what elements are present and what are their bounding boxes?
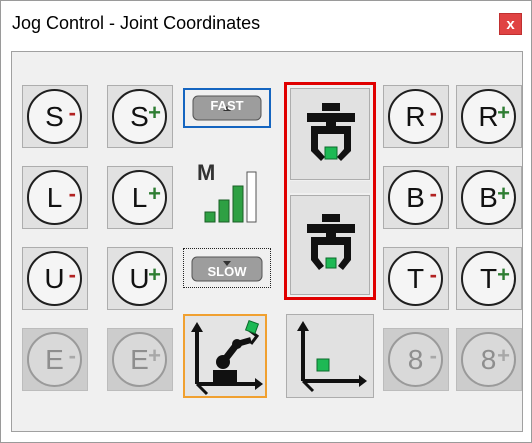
gripper-open-button[interactable] (290, 88, 370, 180)
joint-sign: + (148, 100, 161, 125)
keycap: S + (112, 89, 167, 144)
jog-s-minus-button[interactable]: S - (22, 85, 88, 148)
joint-sign: - (429, 262, 437, 287)
keycap: 8 + (461, 332, 516, 387)
keycap: U - (27, 251, 82, 306)
jog-u-minus-button[interactable]: U - (22, 247, 88, 310)
joint-sign: + (148, 343, 161, 368)
keycap: R + (461, 89, 516, 144)
joint-sign: + (148, 181, 161, 206)
joint-sign: + (497, 100, 510, 125)
joint-sign: + (497, 343, 510, 368)
fast-label: FAST (210, 98, 244, 113)
speed-level-indicator: M (197, 160, 257, 232)
robot-joint-coordinates-icon (191, 319, 263, 396)
gripper-closed-icon (307, 214, 355, 270)
jog-l-minus-button[interactable]: L - (22, 166, 88, 229)
slow-label: SLOW (207, 264, 247, 279)
joint-sign: + (148, 262, 161, 287)
jog-t-minus-button[interactable]: T - (383, 247, 449, 310)
jog-panel: S - S + L - L + U - U + E - E + FAST M S… (11, 51, 523, 432)
joint-sign: - (68, 100, 76, 125)
keycap: L - (27, 170, 82, 225)
joint-sign: - (429, 343, 437, 368)
jog-t-plus-button[interactable]: T + (456, 247, 522, 310)
jog-control-window: Jog Control - Joint Coordinates x S - S … (0, 0, 532, 443)
jog-b-plus-button[interactable]: B + (456, 166, 522, 229)
joint-sign: + (497, 262, 510, 287)
joint-sign: + (497, 181, 510, 206)
speed-bars-icon (204, 171, 257, 223)
joint-sign: - (429, 181, 437, 206)
keycap: T + (461, 251, 516, 306)
jog-r-minus-button[interactable]: R - (383, 85, 449, 148)
jog-axis8-minus-button[interactable]: 8 - (383, 328, 449, 391)
joint-sign: - (429, 100, 437, 125)
jog-l-plus-button[interactable]: L + (107, 166, 173, 229)
joint-coordinates-button[interactable] (183, 314, 267, 398)
title-bar: Jog Control - Joint Coordinates x (1, 1, 531, 45)
keycap: T - (388, 251, 443, 306)
jog-axis8-plus-button[interactable]: 8 + (456, 328, 522, 391)
keycap: U + (112, 251, 167, 306)
window-title: Jog Control - Joint Coordinates (12, 13, 261, 33)
jog-r-plus-button[interactable]: R + (456, 85, 522, 148)
keycap: R - (388, 89, 443, 144)
jog-e-minus-button[interactable]: E - (22, 328, 88, 391)
jog-s-plus-button[interactable]: S + (107, 85, 173, 148)
joint-sign: - (68, 262, 76, 287)
world-coordinates-button[interactable] (286, 314, 374, 398)
tool-selection-group (284, 82, 376, 300)
keycap: L + (112, 170, 167, 225)
jog-b-minus-button[interactable]: B - (383, 166, 449, 229)
joint-sign: - (68, 181, 76, 206)
keycap: B + (461, 170, 516, 225)
slow-speed-button[interactable]: SLOW (183, 248, 271, 288)
keycap: B - (388, 170, 443, 225)
fast-speed-button[interactable]: FAST (183, 88, 271, 128)
keycap: 8 - (388, 332, 443, 387)
gripper-open-icon (307, 103, 355, 161)
jog-e-plus-button[interactable]: E + (107, 328, 173, 391)
gripper-divider (290, 181, 370, 193)
close-button[interactable]: x (499, 13, 522, 35)
keycap: S - (27, 89, 82, 144)
world-coordinates-icon (297, 321, 367, 393)
keycap: E - (27, 332, 82, 387)
gripper-closed-button[interactable] (290, 195, 370, 295)
keycap: E + (112, 332, 167, 387)
jog-u-plus-button[interactable]: U + (107, 247, 173, 310)
joint-sign: - (68, 343, 76, 368)
